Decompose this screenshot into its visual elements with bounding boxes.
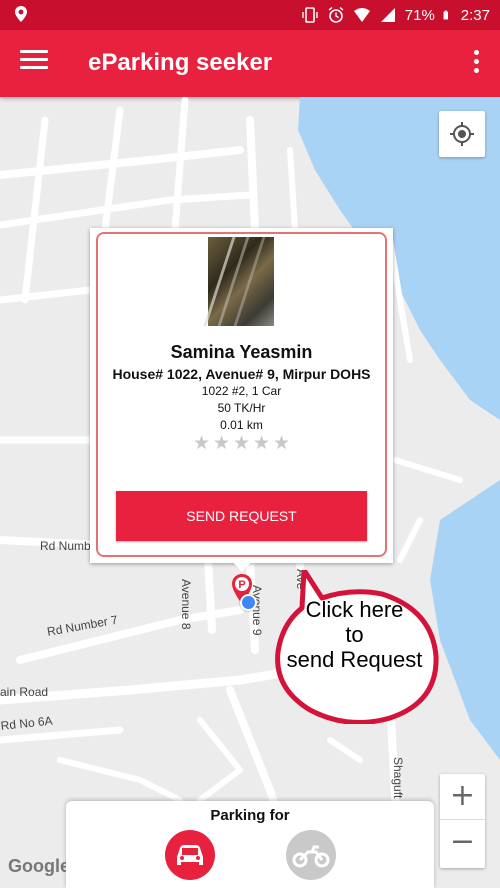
- parking-rate: 50 TK/Hr: [217, 401, 266, 415]
- panel-title: Parking for: [210, 807, 290, 824]
- my-location-button[interactable]: [439, 111, 485, 157]
- overflow-menu-icon[interactable]: [470, 50, 482, 78]
- motorbike-icon: [292, 845, 330, 868]
- battery-icon: [443, 10, 448, 20]
- location-icon: [15, 6, 27, 22]
- road-label: Avenue 8: [179, 579, 193, 630]
- app-title: eParking seeker: [88, 49, 273, 76]
- parking-address: House# 1022, Avenue# 9, Mirpur DOHS: [112, 366, 371, 382]
- rating-stars[interactable]: ★ ★ ★ ★ ★: [193, 434, 291, 453]
- svg-text:P: P: [238, 579, 245, 591]
- info-window-tail: [232, 561, 252, 572]
- google-logo: Google: [8, 856, 70, 877]
- crosshair-icon: [450, 122, 474, 146]
- battery-percent: 71%: [404, 6, 435, 24]
- clock: 2:37: [460, 6, 490, 24]
- star-icon[interactable]: ★: [233, 434, 251, 453]
- car-option-button[interactable]: [165, 830, 215, 880]
- road-label: Rd Numb: [40, 539, 91, 553]
- zoom-controls: + −: [440, 774, 485, 868]
- vibrate-icon: [302, 7, 318, 23]
- zoom-out-button[interactable]: −: [440, 820, 485, 866]
- parking-distance: 0.01 km: [220, 418, 263, 432]
- status-bar: 71% 2:37: [0, 0, 500, 30]
- callout-line: Click here: [305, 597, 404, 622]
- road-label: Shaguft: [391, 757, 405, 799]
- road-label: ain Road: [0, 685, 49, 699]
- send-request-button[interactable]: SEND REQUEST: [116, 491, 367, 541]
- hamburger-menu-icon[interactable]: [20, 50, 48, 76]
- current-location-dot: [240, 594, 257, 611]
- wifi-icon: [353, 8, 370, 22]
- callout-text: Click here to send Request: [277, 597, 432, 672]
- host-name: Samina Yeasmin: [170, 342, 313, 362]
- motorbike-option-button[interactable]: [286, 830, 336, 880]
- car-icon: [177, 845, 203, 865]
- star-icon[interactable]: ★: [193, 434, 211, 453]
- host-photo: [208, 237, 274, 326]
- callout-line: send Request: [286, 647, 423, 672]
- star-icon[interactable]: ★: [253, 434, 271, 453]
- parking-for-panel: Parking for: [66, 801, 434, 888]
- star-icon[interactable]: ★: [273, 434, 291, 453]
- signal-icon: [380, 8, 395, 22]
- alarm-icon: [328, 6, 344, 23]
- star-icon[interactable]: ★: [213, 434, 231, 453]
- parking-slot: 1022 #2, 1 Car: [201, 384, 282, 398]
- zoom-in-button[interactable]: +: [440, 774, 485, 820]
- attribution-text: Google: [8, 856, 70, 876]
- callout-line: to: [345, 622, 364, 647]
- app-bar: eParking seeker: [0, 30, 500, 97]
